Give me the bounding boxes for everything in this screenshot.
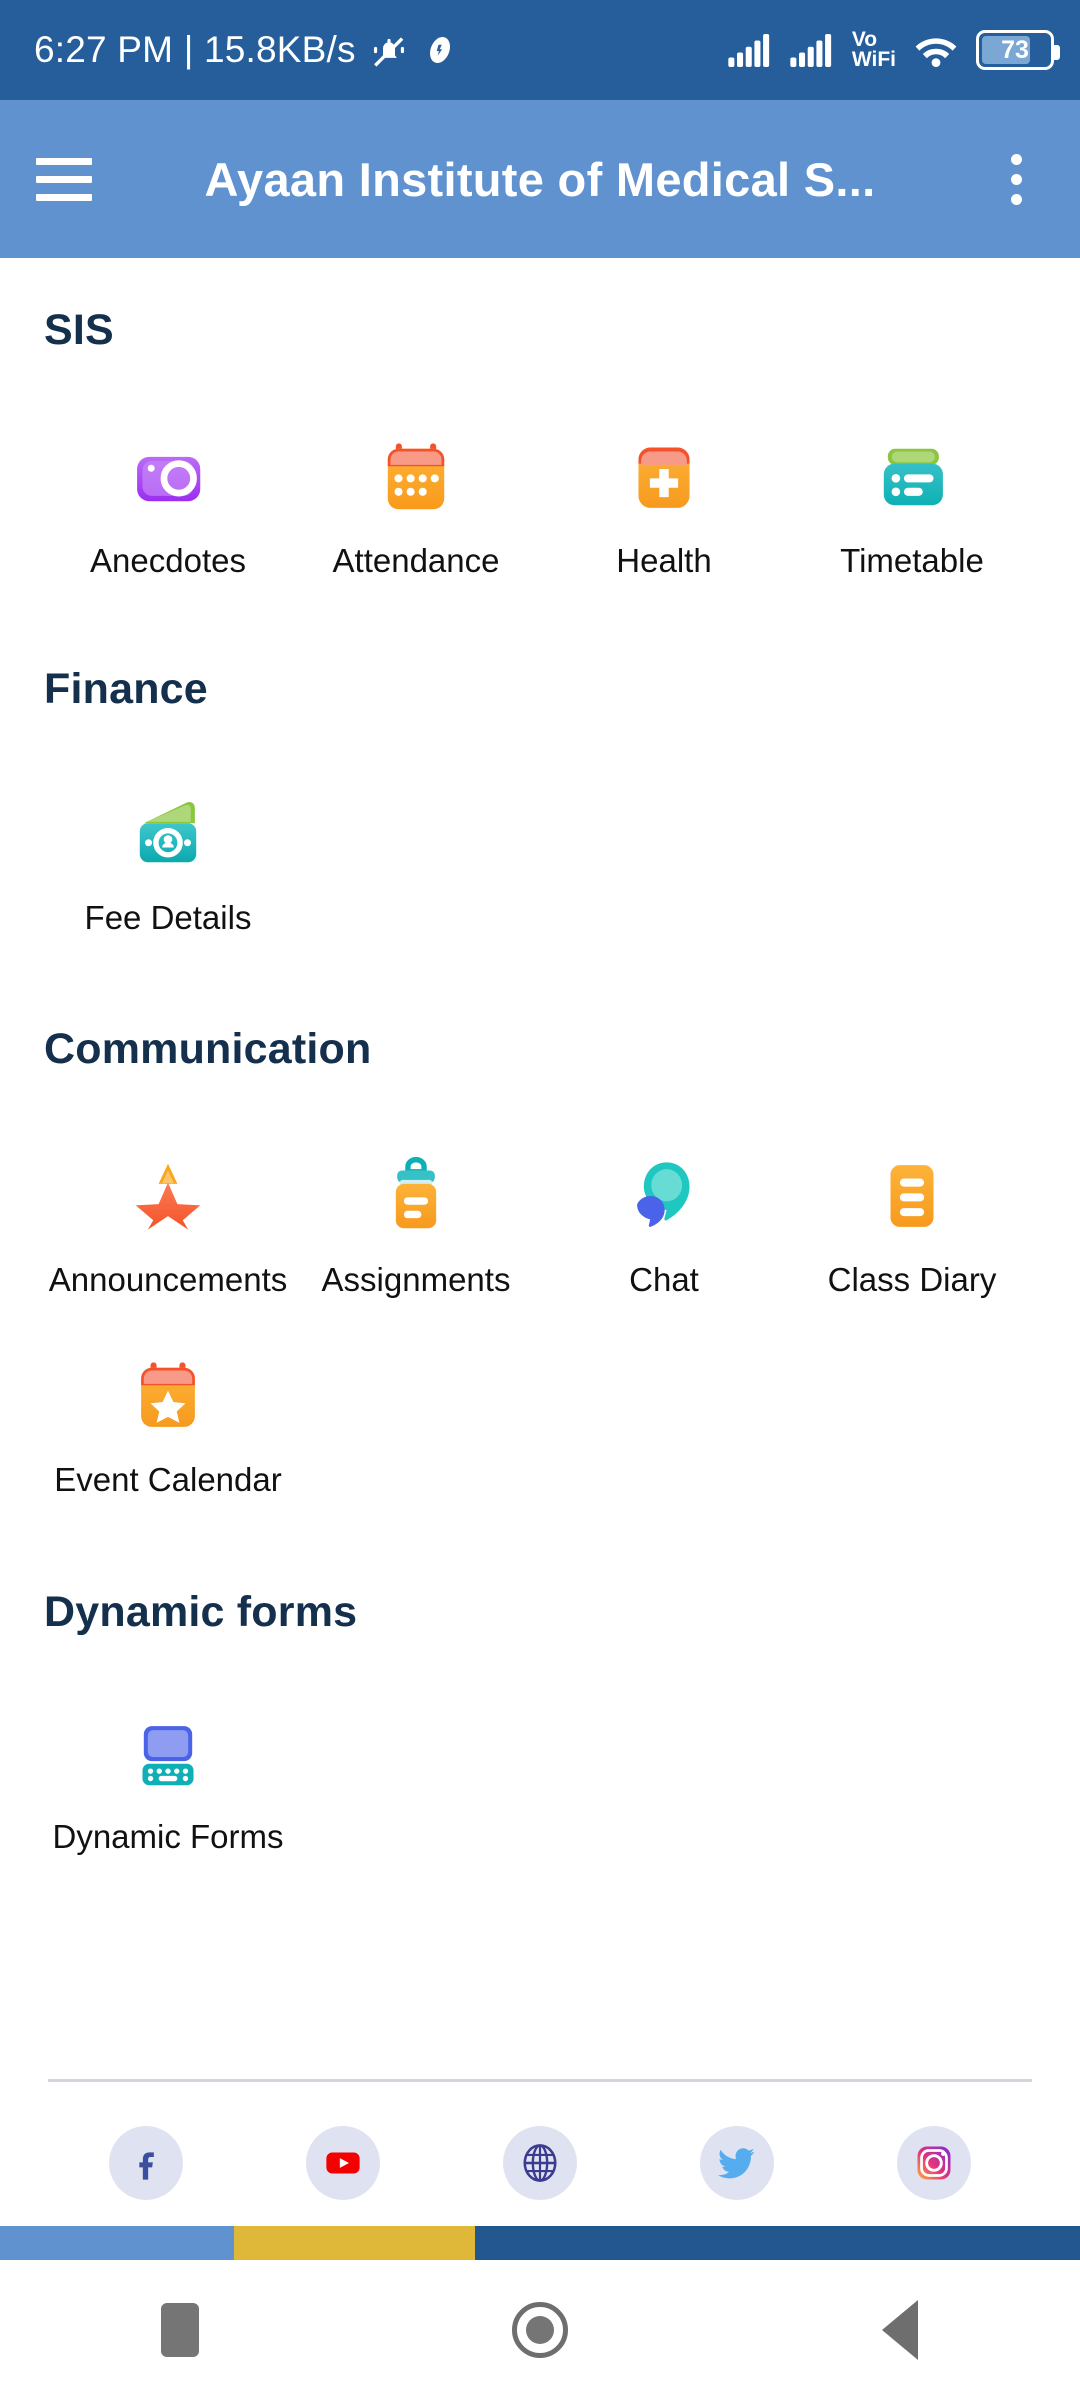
camera-icon <box>118 427 218 527</box>
wifi-icon <box>915 38 957 67</box>
tile-fee-details[interactable]: Fee Details <box>44 784 292 936</box>
calendar-dots-icon <box>366 427 466 527</box>
tile-class-diary[interactable]: Class Diary <box>788 1146 1036 1298</box>
tile-spacer <box>788 1703 1036 1855</box>
tile-chat[interactable]: Chat <box>540 1146 788 1298</box>
timetable-list-icon <box>862 427 962 527</box>
strip-segment-darkblue <box>475 2226 1080 2260</box>
medical-cross-icon <box>614 427 714 527</box>
battery-percent-label: 73 <box>1001 35 1029 64</box>
more-vertical-icon[interactable] <box>988 153 1044 205</box>
section-title-sis: SIS <box>44 306 114 354</box>
section-title-communication: Communication <box>44 1024 372 1073</box>
document-lines-icon <box>862 1146 962 1246</box>
tile-event-calendar[interactable]: Event Calendar <box>44 1346 292 1498</box>
android-nav-bar <box>0 2260 1080 2400</box>
social-links-row <box>48 2126 1032 2200</box>
tile-spacer <box>788 1346 1036 1498</box>
tile-label: Event Calendar <box>54 1460 282 1498</box>
main-content: SIS Anecdotes Attendance Health Timetabl… <box>0 258 1080 2226</box>
instagram-icon[interactable] <box>896 2126 971 2200</box>
tile-spacer <box>788 784 1036 936</box>
twitter-icon[interactable] <box>699 2126 774 2200</box>
tile-label: Health <box>616 542 712 579</box>
strip-segment-blue <box>0 2226 235 2260</box>
tile-grid-communication-row2: Event Calendar <box>44 1346 1036 1498</box>
tile-health[interactable]: Health <box>540 427 788 579</box>
facebook-icon[interactable] <box>109 2126 184 2200</box>
chat-bubbles-icon <box>614 1146 714 1246</box>
clipboard-icon <box>366 1146 466 1246</box>
tile-spacer <box>292 784 540 936</box>
section-title-dynamic-forms: Dynamic forms <box>44 1588 358 1637</box>
tile-assignments[interactable]: Assignments <box>292 1146 540 1298</box>
tile-grid-finance: Fee Details <box>44 784 1036 936</box>
hamburger-menu-icon[interactable] <box>36 157 92 201</box>
status-bar: 6:27 PM | 15.8KB/s Vo WiFi 73 <box>0 0 1080 100</box>
square-recents-icon[interactable] <box>0 2303 360 2357</box>
tile-timetable[interactable]: Timetable <box>788 427 1036 579</box>
tile-label: Anecdotes <box>90 542 246 579</box>
battery-indicator: 73 <box>976 30 1060 70</box>
tile-spacer <box>292 1346 540 1498</box>
triangle-back-icon[interactable] <box>720 2300 1080 2360</box>
signal-bars-icon <box>790 33 831 67</box>
tile-announcements[interactable]: Announcements <box>44 1146 292 1298</box>
section-dynamic-forms: Dynamic forms Dynamic Forms <box>0 1498 1080 1855</box>
circle-home-icon[interactable] <box>360 2302 720 2358</box>
tile-label: Announcements <box>48 1260 288 1298</box>
globe-icon[interactable] <box>502 2126 577 2200</box>
tile-label: Assignments <box>321 1260 511 1298</box>
tile-label: Attendance <box>332 542 500 579</box>
strip-segment-gold <box>234 2226 476 2260</box>
phone-screen: 6:27 PM | 15.8KB/s Vo WiFi 73 Ayaan Inst… <box>0 0 1080 2400</box>
tile-grid-sis: Anecdotes Attendance Health Timetable <box>44 427 1036 579</box>
money-wallet-icon <box>118 784 218 884</box>
status-time: 6:27 PM | 15.8KB/s <box>34 29 356 70</box>
tile-grid-communication: Announcements Assignments Chat Class Dia… <box>44 1146 1036 1298</box>
star-announcement-icon <box>118 1146 218 1246</box>
section-finance: Finance Fee Details <box>0 579 1080 936</box>
tile-spacer <box>540 784 788 936</box>
calendar-star-icon <box>118 1346 218 1446</box>
social-footer <box>0 2079 1080 2226</box>
status-bar-right: Vo WiFi 73 <box>728 28 1060 71</box>
tile-spacer <box>292 1703 540 1855</box>
tile-attendance[interactable]: Attendance <box>292 427 540 579</box>
tile-spacer <box>540 1703 788 1855</box>
tile-dynamic-forms[interactable]: Dynamic Forms <box>44 1703 292 1855</box>
tile-label: Class Diary <box>827 1260 997 1298</box>
app-bar: Ayaan Institute of Medical S... <box>0 100 1080 258</box>
tile-grid-dynamic-forms: Dynamic Forms <box>44 1703 1036 1855</box>
laptop-keyboard-icon <box>118 1703 218 1803</box>
tile-spacer <box>540 1346 788 1498</box>
page-title: Ayaan Institute of Medical S... <box>204 152 876 206</box>
section-communication: Communication Announcements Assignments … <box>0 937 1080 1499</box>
brand-color-strip <box>0 2226 1080 2260</box>
tile-label: Timetable <box>840 542 984 579</box>
signal-bars-icon <box>728 33 769 67</box>
tile-anecdotes[interactable]: Anecdotes <box>44 427 292 579</box>
tile-label: Chat <box>629 1260 699 1298</box>
section-title-finance: Finance <box>44 665 208 714</box>
footer-divider <box>48 2079 1032 2082</box>
bell-muted-icon <box>373 37 404 67</box>
volte-wifi-indicator: Vo WiFi <box>851 28 896 71</box>
youtube-icon[interactable] <box>306 2126 381 2200</box>
section-sis: SIS Anecdotes Attendance Health Timetabl… <box>0 258 1080 579</box>
tile-label: Fee Details <box>84 899 252 937</box>
app-badge-icon <box>429 37 450 63</box>
status-bar-left: 6:27 PM | 15.8KB/s <box>34 29 458 71</box>
tile-label: Dynamic Forms <box>52 1818 284 1856</box>
